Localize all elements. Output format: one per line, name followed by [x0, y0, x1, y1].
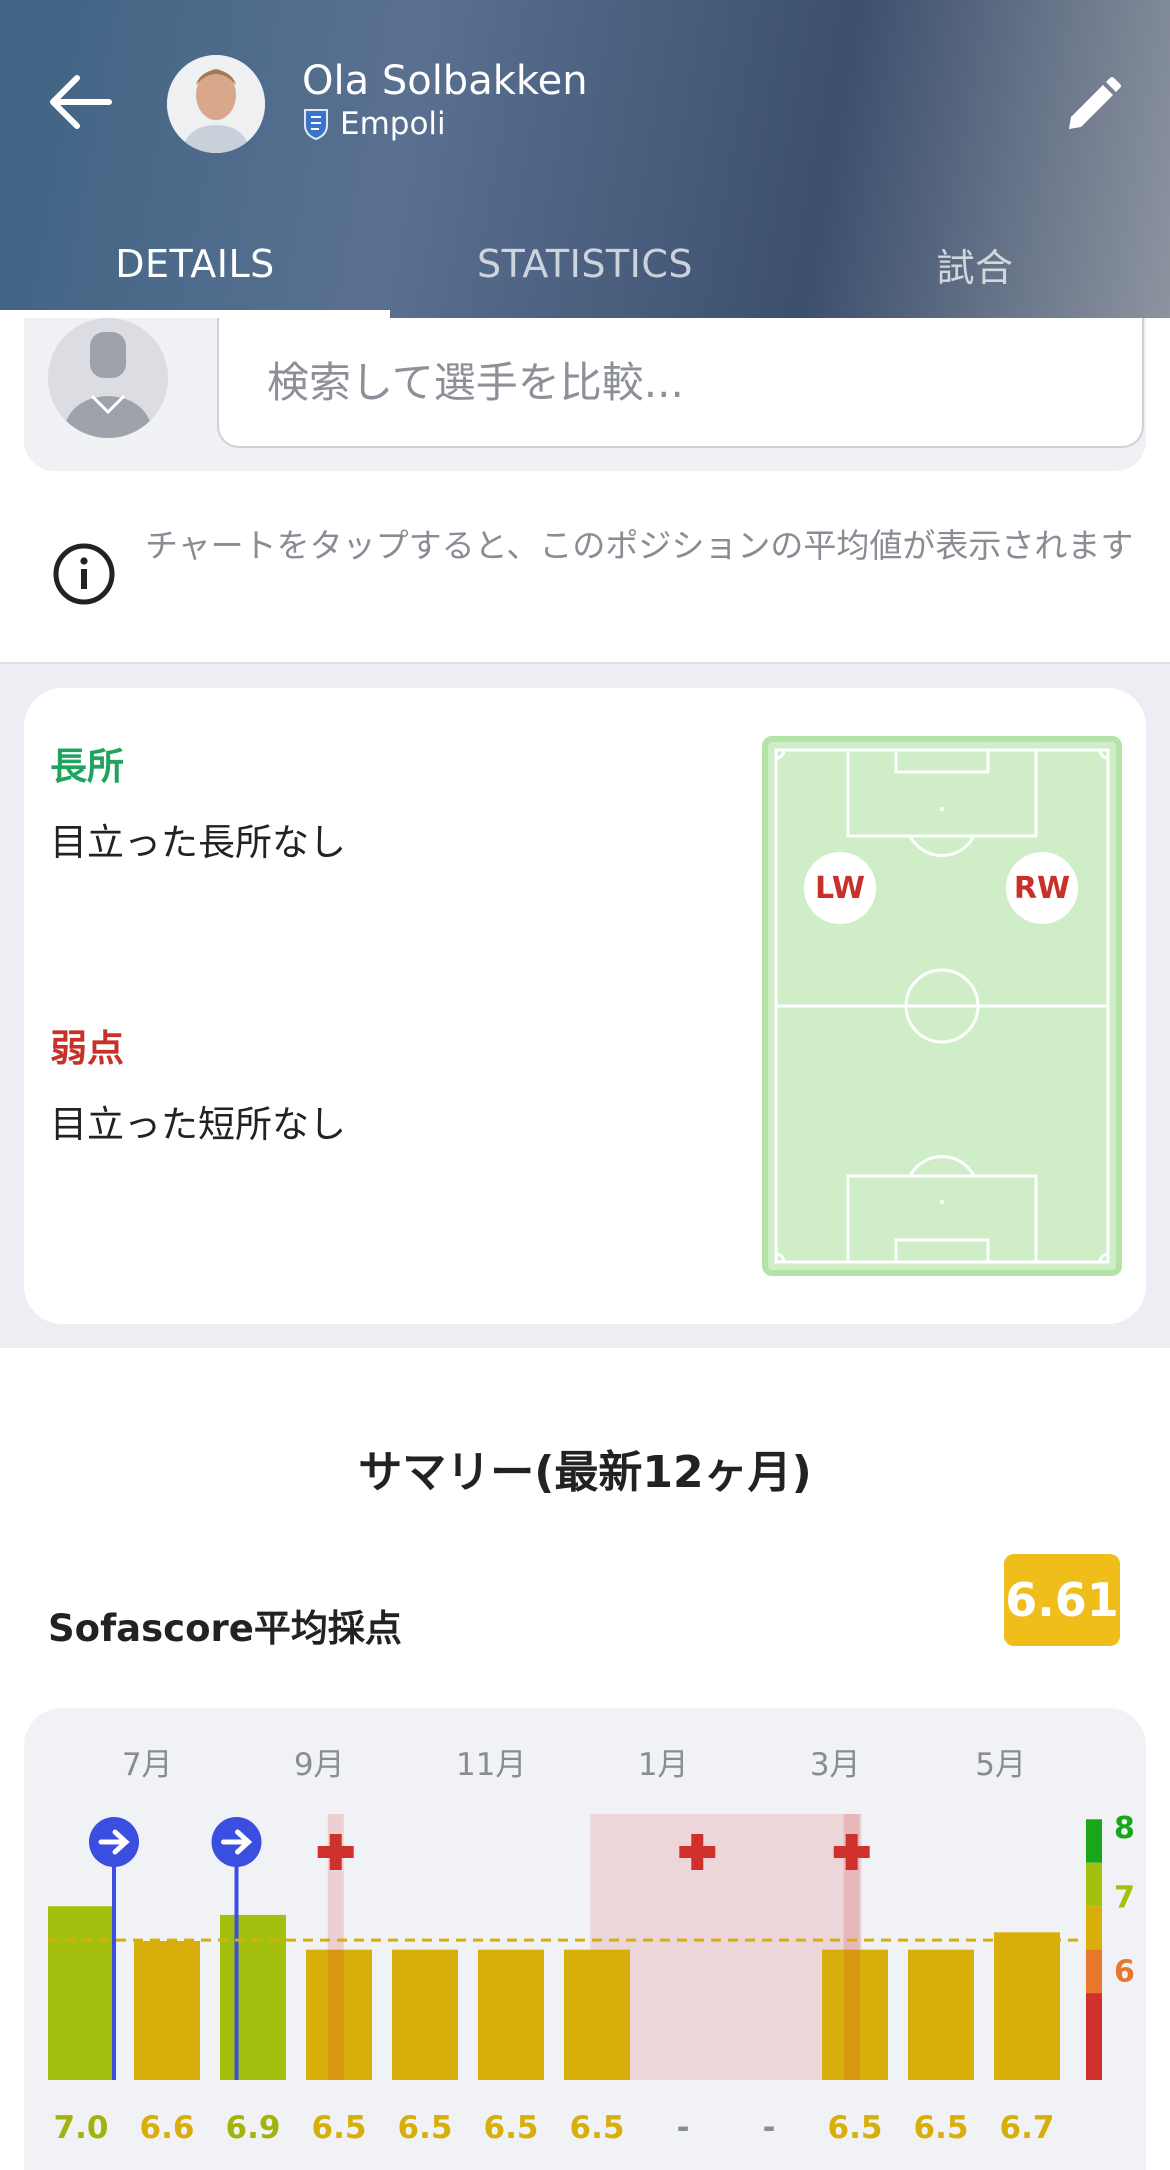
- rating-value-label: 6.9: [226, 2110, 281, 2146]
- month-label: 9月: [294, 1747, 345, 1783]
- strengths-value: 目立った長所なし: [50, 821, 346, 864]
- tab-details[interactable]: DETAILS: [0, 210, 390, 318]
- rating-value-label: 6.5: [312, 2110, 367, 2146]
- rating-scale-label: 8: [1114, 1811, 1135, 1846]
- pencil-icon: [1069, 77, 1121, 129]
- rating-chart[interactable]: 8 7 6 7月 9月 11月 1月 3月 5月 7.0 6.6 6.9 6.5 6.5 6.5 6.5 - - 6…: [24, 1708, 1146, 2170]
- rating-value-label: 6.5: [484, 2110, 539, 2146]
- summary-title: サマリー(最新12ヶ月): [358, 1447, 812, 1498]
- info-text: チャートをタップすると、このポジションの平均値が表示されます: [145, 526, 1134, 565]
- tab-matches[interactable]: 試合: [780, 210, 1170, 318]
- player-avatar: [167, 55, 265, 153]
- rating-value-label: -: [763, 2110, 776, 2146]
- tab-bar: DETAILS STATISTICS 試合: [0, 210, 1170, 318]
- rating-bar: [994, 1932, 1060, 2080]
- edit-button[interactable]: [1052, 66, 1132, 146]
- rating-scale-segment: [1086, 1862, 1102, 1907]
- team-row[interactable]: Empoli: [302, 106, 446, 142]
- strengths-weaknesses-card[interactable]: 長所 目立った長所なし 弱点 目立った短所なし LW RW: [24, 688, 1146, 1324]
- rating-scale-label: 6: [1114, 1954, 1135, 1989]
- rating-scale-segment: [1086, 1949, 1102, 1994]
- position-badge-lw: LW: [804, 852, 876, 924]
- weaknesses-title: 弱点: [50, 1027, 124, 1070]
- rating-bar: [48, 1906, 114, 2080]
- rating-value-label: 7.0: [54, 2110, 109, 2146]
- rating-scale-label: 7: [1114, 1881, 1135, 1916]
- team-name: Empoli: [340, 106, 446, 142]
- weaknesses-value: 目立った短所なし: [50, 1103, 346, 1146]
- arrow-left-icon: [50, 75, 112, 129]
- player-header: Ola Solbakken Empoli DETAILS STATISTICS …: [0, 0, 1170, 318]
- average-rating-label: Sofascore平均採点: [48, 1607, 402, 1650]
- rating-value-label: 6.6: [140, 2110, 195, 2146]
- rating-value-label: 6.7: [1000, 2110, 1055, 2146]
- rating-value-label: 6.5: [570, 2110, 625, 2146]
- month-label: 5月: [975, 1747, 1026, 1783]
- month-label: 11月: [456, 1747, 526, 1783]
- back-button[interactable]: [40, 70, 120, 134]
- rating-value-label: -: [677, 2110, 690, 2146]
- month-label: 3月: [810, 1747, 861, 1783]
- rating-bar: [908, 1949, 974, 2080]
- strengths-title: 長所: [50, 745, 124, 788]
- rating-scale-segment: [1086, 1819, 1102, 1863]
- position-badge-rw: RW: [1006, 852, 1078, 924]
- injury-icon: [317, 1834, 354, 1870]
- rating-value-label: 6.5: [914, 2110, 969, 2146]
- missing-period-region: [590, 1814, 862, 2080]
- compare-card: [24, 318, 1146, 471]
- info-icon: [53, 543, 115, 605]
- month-label: 1月: [638, 1747, 689, 1783]
- rating-bar: [134, 1940, 200, 2080]
- compare-avatar-placeholder: [48, 318, 168, 438]
- compare-search-input[interactable]: [217, 318, 1144, 448]
- rating-value-label: 6.5: [398, 2110, 453, 2146]
- rating-chart-card[interactable]: 8 7 6 7月 9月 11月 1月 3月 5月 7.0 6.6 6.9 6.5 6.5 6.5 6.5 - - 6…: [24, 1708, 1146, 2170]
- rating-bar: [478, 1949, 544, 2080]
- tab-statistics[interactable]: STATISTICS: [390, 210, 780, 318]
- info-note: チャートをタップすると、このポジションの平均値が表示されます: [0, 500, 1170, 660]
- month-label: 7月: [122, 1747, 173, 1783]
- team-crest-icon: [304, 109, 328, 141]
- rating-scale-segment: [1086, 1906, 1102, 1950]
- position-pitch[interactable]: LW RW: [762, 736, 1122, 1276]
- rating-bar: [392, 1949, 458, 2080]
- player-name: Ola Solbakken: [302, 58, 588, 104]
- rating-value-label: 6.5: [828, 2110, 883, 2146]
- average-rating-badge: 6.61: [1004, 1554, 1120, 1646]
- rating-scale-segment: [1086, 1993, 1102, 2080]
- rating-bar: [564, 1949, 630, 2080]
